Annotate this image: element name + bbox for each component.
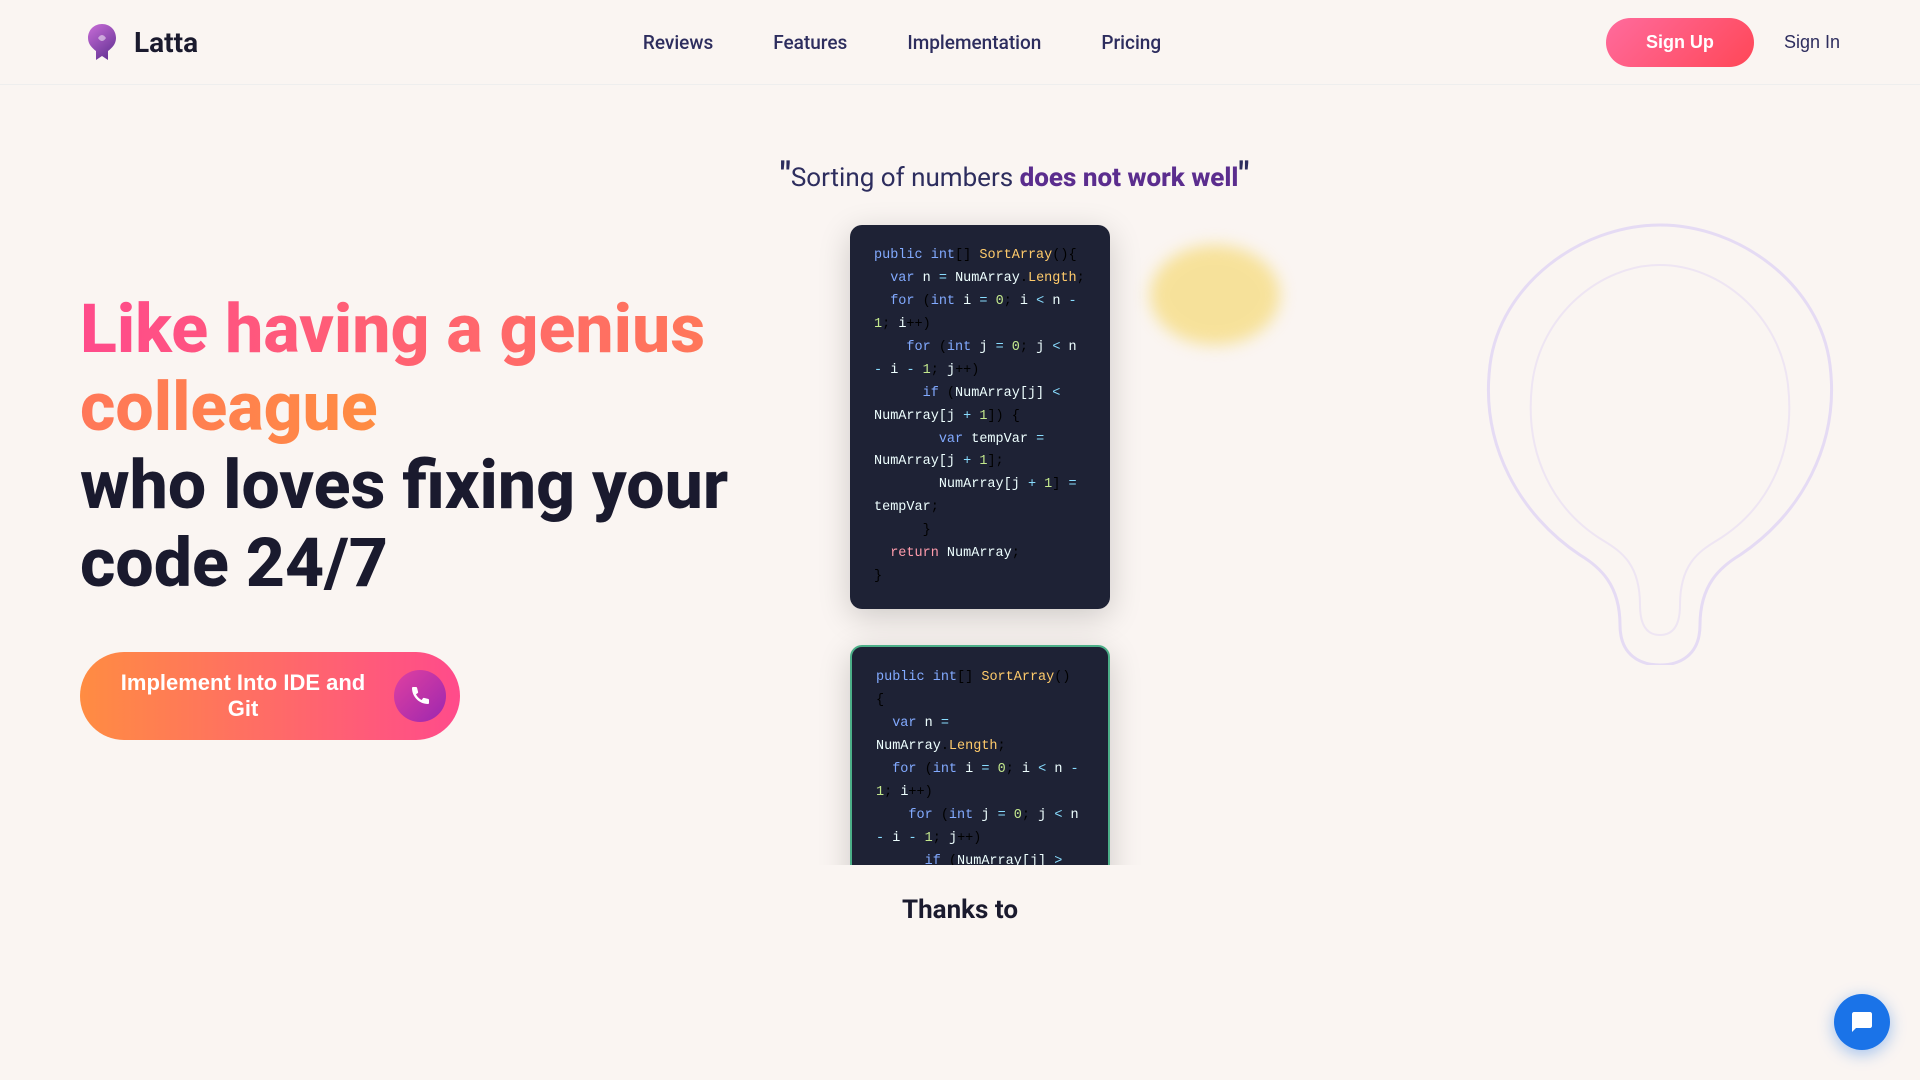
- quote-highlight: does not work well: [1020, 163, 1239, 193]
- implement-button-label: Implement Into IDE and Git: [112, 670, 374, 722]
- nav-implementation[interactable]: Implementation: [907, 31, 1041, 54]
- main-nav: Reviews Features Implementation Pricing: [643, 31, 1161, 54]
- thanks-title: Thanks to: [80, 895, 1840, 925]
- chat-icon: [1848, 1008, 1876, 1036]
- chat-bubble-button[interactable]: [1834, 994, 1890, 1050]
- hero-left: Like having a genius colleague who loves…: [80, 145, 730, 825]
- hero-title-gradient: Like having a genius colleague: [80, 289, 705, 447]
- logo[interactable]: Latta: [80, 20, 198, 64]
- nav-features[interactable]: Features: [773, 31, 847, 54]
- implement-button-icon: [394, 670, 446, 722]
- hero-title: Like having a genius colleague who loves…: [80, 290, 730, 603]
- hero-title-dark: who loves fixing your code 24/7: [80, 445, 728, 603]
- yellow-blob-decoration: [1150, 245, 1280, 345]
- signin-button[interactable]: Sign In: [1784, 32, 1840, 53]
- deco-shape-icon: [1460, 205, 1860, 665]
- nav-reviews[interactable]: Reviews: [643, 31, 713, 54]
- quote-before: Sorting of numbers: [791, 163, 1020, 193]
- hero-section: Like having a genius colleague who loves…: [0, 85, 1920, 865]
- nav-pricing[interactable]: Pricing: [1101, 31, 1161, 54]
- thanks-section: Thanks to: [0, 865, 1920, 955]
- code-block-2: public int[] SortArray() { var n = NumAr…: [850, 645, 1110, 865]
- site-header: Latta Reviews Features Implementation Pr…: [0, 0, 1920, 85]
- code-blocks-area: public int[] SortArray(){ var n = NumArr…: [850, 225, 1110, 865]
- logo-icon: [80, 20, 124, 64]
- phone-icon: [406, 682, 434, 710]
- signup-button[interactable]: Sign Up: [1606, 18, 1754, 67]
- implement-button[interactable]: Implement Into IDE and Git: [80, 652, 460, 740]
- logo-label: Latta: [134, 26, 198, 59]
- quote-area: "Sorting of numbers does not work well": [780, 155, 1249, 195]
- code-block-1: public int[] SortArray(){ var n = NumArr…: [850, 225, 1110, 609]
- hero-right: "Sorting of numbers does not work well" …: [730, 145, 1840, 825]
- header-actions: Sign Up Sign In: [1606, 18, 1840, 67]
